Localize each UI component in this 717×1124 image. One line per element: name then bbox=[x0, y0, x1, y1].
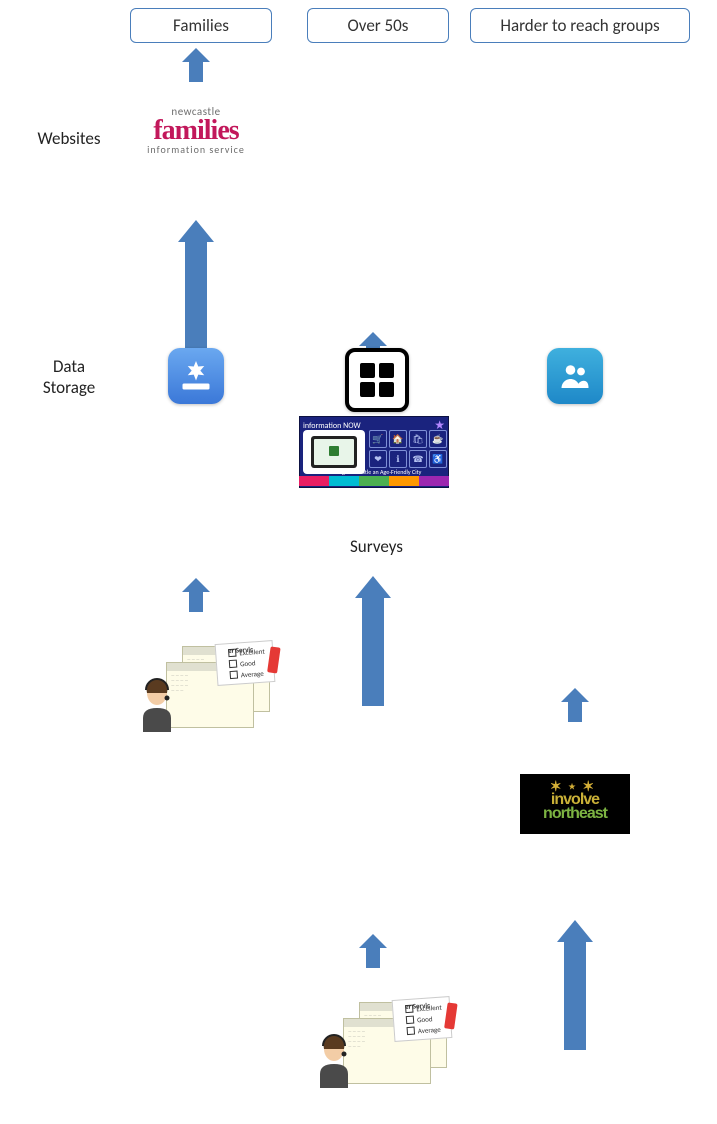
logo-involve-northeast: ✶⋆✶ involve northeast bbox=[520, 774, 630, 834]
callcenter-person-icon bbox=[307, 1012, 361, 1088]
survey-checklist: er Servic Excellent Good Average bbox=[215, 640, 276, 686]
row-label-websites: Websites bbox=[24, 128, 114, 149]
arrow-up-long-icon bbox=[358, 576, 388, 706]
row-label-surveys: Surveys bbox=[350, 536, 403, 557]
involve-bug-icon: ✶⋆✶ bbox=[550, 778, 600, 795]
infonow-footer-text: Making Newcastle an Age-Friendly City bbox=[299, 468, 449, 476]
infonow-ico: ☕ bbox=[429, 430, 447, 448]
survey-graphic: — — — —— — — —— — —— — — — — — — —— — — … bbox=[307, 1002, 447, 1088]
arrow-up-icon bbox=[184, 578, 208, 612]
column-header-over50s: Over 50s bbox=[307, 8, 449, 43]
column-header-harder: Harder to reach groups bbox=[470, 8, 690, 43]
pencil-icon bbox=[444, 1002, 458, 1029]
grid-icon bbox=[345, 348, 409, 412]
callcenter-person-icon bbox=[130, 656, 184, 732]
survey-row-average: Average bbox=[240, 668, 263, 679]
survey-checklist-title: er Servic bbox=[228, 644, 254, 655]
survey-checklist-title: er Servic bbox=[405, 1000, 431, 1011]
survey-row-good: Good bbox=[240, 658, 256, 668]
row-label-data-storage-line1: Data bbox=[24, 356, 114, 377]
people-glyph bbox=[557, 358, 593, 394]
logo-families-word: families bbox=[153, 115, 238, 146]
survey-graphic: — — — —— — — —— — —— — — — — — — —— — — … bbox=[130, 646, 270, 732]
infonow-ico: 🛒 bbox=[369, 430, 387, 448]
row-label-data-storage: Data Storage bbox=[24, 356, 114, 399]
arrow-up-long-icon bbox=[560, 920, 590, 1050]
infonow-ico: 🏠 bbox=[389, 430, 407, 448]
arrow-up-icon bbox=[361, 934, 385, 968]
infonow-icon-grid: 🛒 🏠 🛍 ☕ ❤ ℹ ☎ ♿ bbox=[369, 430, 445, 468]
row-label-data-storage-line2: Storage bbox=[24, 377, 114, 398]
logo-families: newcastle families information service bbox=[126, 100, 266, 160]
survey-checklist: er Servic Excellent Good Average bbox=[392, 996, 453, 1042]
appstore-icon bbox=[168, 348, 224, 404]
logo-families-line3: information service bbox=[147, 145, 245, 155]
infonow-ico: ❤ bbox=[369, 450, 387, 468]
infonow-ico: ☎ bbox=[409, 450, 427, 468]
appstore-glyph bbox=[178, 358, 214, 394]
people-icon bbox=[547, 348, 603, 404]
infonow-ico: 🛍 bbox=[409, 430, 427, 448]
infonow-header-text: information NOW bbox=[303, 421, 361, 431]
infonow-ico: ℹ bbox=[389, 450, 407, 468]
arrow-up-long-icon bbox=[181, 220, 211, 350]
involve-line2: northeast bbox=[543, 805, 607, 823]
column-header-families: Families bbox=[130, 8, 272, 43]
arrow-up-icon bbox=[184, 48, 208, 82]
arrow-up-icon bbox=[563, 688, 587, 722]
infonow-ico: ♿ bbox=[429, 450, 447, 468]
pencil-icon bbox=[267, 646, 281, 673]
logo-information-now: information NOW ★ 🛒 🏠 🛍 ☕ ❤ ℹ ☎ ♿ Making… bbox=[299, 416, 449, 488]
